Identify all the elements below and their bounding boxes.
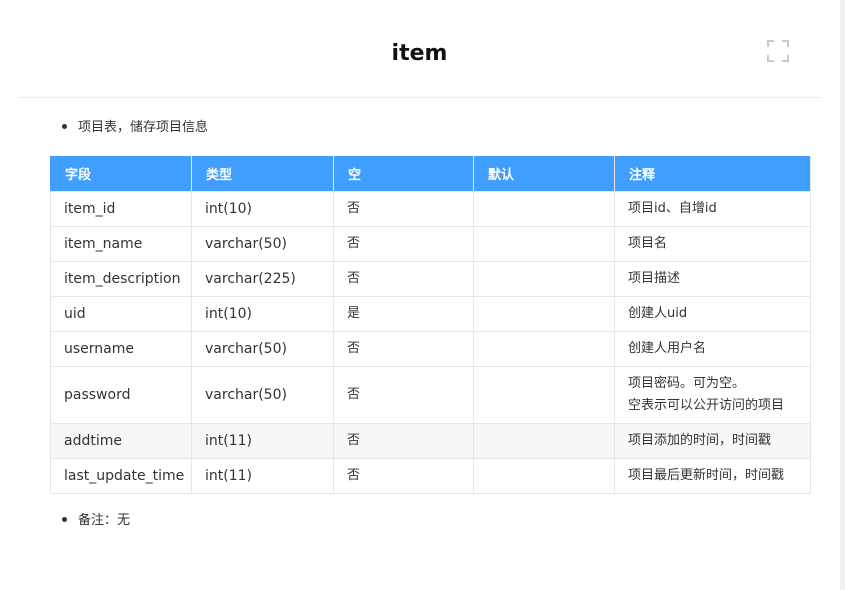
fullscreen-icon[interactable]	[767, 40, 789, 62]
default-cell	[473, 331, 615, 367]
comment-cell: 项目名	[614, 226, 811, 262]
table-row: uid int(10) 是 创建人uid	[50, 296, 811, 332]
note-list-item: 备注：无	[62, 512, 130, 530]
type-cell: int(11)	[191, 423, 334, 459]
comment-cell: 创建人用户名	[614, 331, 811, 367]
null-cell: 否	[333, 458, 474, 494]
null-cell: 否	[333, 226, 474, 262]
table-row: item_name varchar(50) 否 项目名	[50, 226, 811, 262]
default-cell	[473, 191, 615, 227]
page-title: item	[391, 41, 448, 66]
table-row: last_update_time int(11) 否 项目最后更新时间，时间戳	[50, 458, 811, 494]
table-row: addtime int(11) 否 项目添加的时间，时间戳	[50, 423, 811, 459]
field-cell: item_name	[50, 226, 192, 262]
default-cell	[473, 226, 615, 262]
table-row: username varchar(50) 否 创建人用户名	[50, 331, 811, 367]
table-row: password varchar(50) 否 项目密码。可为空。 空表示可以公开…	[50, 366, 811, 424]
null-cell: 否	[333, 191, 474, 227]
table-header-row: 字段 类型 空 默认 注释	[50, 156, 811, 192]
field-cell: username	[50, 331, 192, 367]
comment-cell: 项目id、自增id	[614, 191, 811, 227]
comment-line: 项目密码。可为空。	[628, 376, 746, 391]
comment-cell: 项目最后更新时间，时间戳	[614, 458, 811, 494]
bullet-icon	[62, 124, 67, 129]
table-row: item_description varchar(225) 否 项目描述	[50, 261, 811, 297]
default-cell	[473, 261, 615, 297]
default-cell	[473, 366, 615, 424]
null-cell: 否	[333, 331, 474, 367]
bullet-icon	[62, 517, 67, 522]
column-header: 注释	[614, 156, 811, 192]
column-header: 默认	[473, 156, 615, 192]
field-cell: addtime	[50, 423, 192, 459]
field-cell: item_description	[50, 261, 192, 297]
default-cell	[473, 296, 615, 332]
default-cell	[473, 423, 615, 459]
note-text: 备注：无	[78, 513, 131, 528]
type-cell: varchar(225)	[191, 261, 334, 297]
field-cell: password	[50, 366, 192, 424]
type-cell: varchar(50)	[191, 366, 334, 424]
null-cell: 否	[333, 423, 474, 459]
table-row: item_id int(10) 否 项目id、自增id	[50, 191, 811, 227]
field-cell: item_id	[50, 191, 192, 227]
intro-list-item: 项目表，储存项目信息	[62, 119, 208, 137]
scrollbar-track	[840, 0, 845, 590]
comment-cell: 项目添加的时间，时间戳	[614, 423, 811, 459]
column-header: 类型	[191, 156, 334, 192]
type-cell: varchar(50)	[191, 331, 334, 367]
null-cell: 否	[333, 261, 474, 297]
null-cell: 是	[333, 296, 474, 332]
intro-text: 项目表，储存项目信息	[78, 120, 209, 135]
comment-cell: 创建人uid	[614, 296, 811, 332]
null-cell: 否	[333, 366, 474, 424]
comment-line: 空表示可以公开访问的项目	[628, 398, 785, 413]
comment-cell: 项目密码。可为空。 空表示可以公开访问的项目	[614, 366, 811, 424]
type-cell: int(10)	[191, 191, 334, 227]
column-header: 字段	[50, 156, 192, 192]
column-header: 空	[333, 156, 474, 192]
type-cell: int(10)	[191, 296, 334, 332]
type-cell: varchar(50)	[191, 226, 334, 262]
default-cell	[473, 458, 615, 494]
field-cell: uid	[50, 296, 192, 332]
field-cell: last_update_time	[50, 458, 192, 494]
page-header: item	[18, 0, 821, 98]
type-cell: int(11)	[191, 458, 334, 494]
schema-table: 字段 类型 空 默认 注释 item_id int(10) 否 项目id、自增i…	[50, 156, 811, 494]
comment-cell: 项目描述	[614, 261, 811, 297]
